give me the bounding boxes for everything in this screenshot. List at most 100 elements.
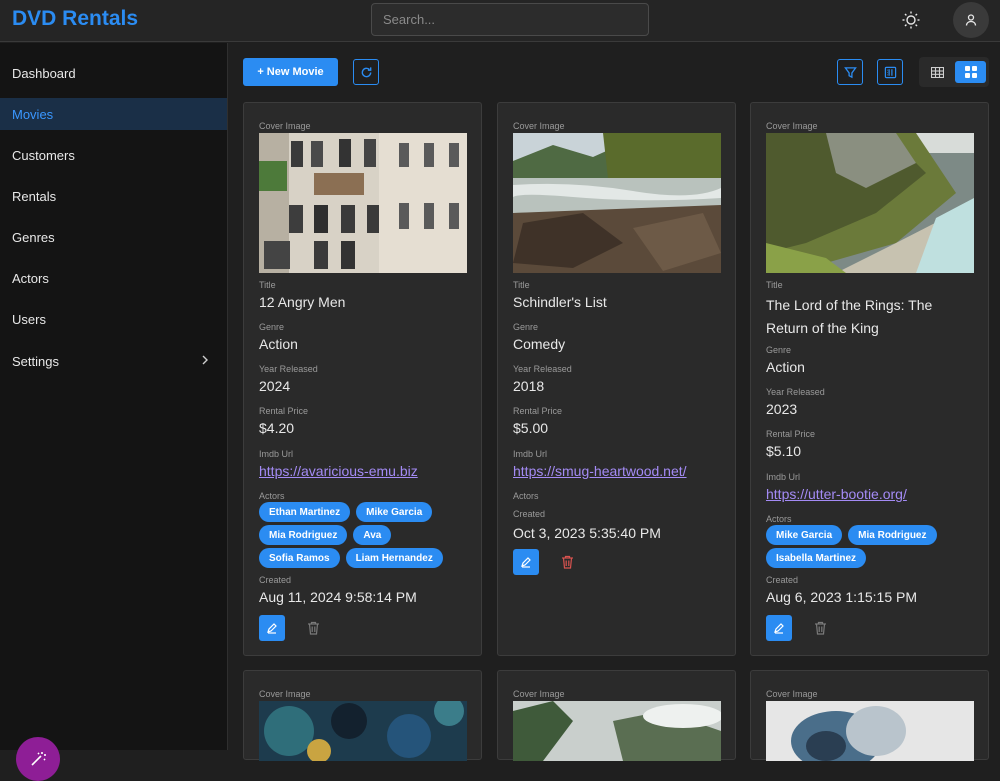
year-label: Year Released [513, 364, 572, 374]
created-label: Created [513, 509, 546, 519]
imdb-label: Imdb Url [513, 449, 548, 459]
edit-button[interactable] [259, 615, 285, 641]
title-label: Title [513, 280, 530, 290]
edit-button[interactable] [513, 549, 539, 575]
movie-title: Schindler's List [513, 294, 607, 310]
cover-label: Cover Image [766, 689, 818, 699]
filter-button[interactable] [837, 59, 863, 85]
genre-label: Genre [513, 322, 539, 332]
actor-chip[interactable]: Ava [353, 525, 392, 545]
cover-image [259, 701, 467, 761]
movie-price: $5.10 [766, 443, 802, 459]
delete-button[interactable] [811, 615, 829, 641]
title-label: Title [259, 280, 276, 290]
movie-price: $5.00 [513, 420, 549, 436]
magic-wand-icon [31, 752, 46, 766]
movie-card: Cover Image [750, 670, 989, 761]
table-icon [931, 66, 944, 78]
top-bar: DVD Rentals [0, 0, 1000, 42]
imdb-link[interactable]: https://utter-bootie.org/ [766, 486, 907, 502]
pencil-icon [521, 557, 531, 568]
sidebar-item-label: Actors [12, 270, 49, 286]
cover-label: Cover Image [766, 121, 818, 131]
pencil-icon [774, 623, 784, 634]
edit-button[interactable] [766, 615, 792, 641]
sidebar-item-settings[interactable]: Settings [0, 345, 227, 377]
avatar[interactable] [953, 2, 989, 38]
actor-chip[interactable]: Mia Rodriguez [259, 525, 348, 545]
movie-genre: Comedy [513, 336, 566, 352]
grid-view-button[interactable] [955, 61, 986, 83]
sidebar-item-label: Users [12, 311, 46, 327]
imdb-label: Imdb Url [259, 449, 294, 459]
search-input[interactable] [371, 3, 649, 36]
columns-icon [884, 66, 896, 78]
imdb-label: Imdb Url [766, 472, 801, 482]
movie-created: Aug 6, 2023 1:15:15 PM [766, 589, 917, 605]
price-label: Rental Price [766, 429, 816, 439]
actor-chip[interactable]: Mia Rodriguez [848, 525, 937, 545]
actor-chip[interactable]: Ethan Martinez [259, 502, 351, 522]
movie-year: 2018 [513, 378, 545, 394]
columns-button[interactable] [877, 59, 903, 85]
actor-chip[interactable]: Isabella Martinez [766, 548, 867, 568]
refresh-icon [361, 66, 371, 77]
actor-chips: Ethan Martinez Mike Garcia Mia Rodriguez… [259, 502, 467, 568]
cover-image [766, 133, 974, 273]
delete-button[interactable] [558, 549, 576, 575]
cover-label: Cover Image [513, 121, 565, 131]
sidebar-item-label: Rentals [12, 188, 57, 204]
cover-label: Cover Image [259, 121, 311, 131]
cover-label: Cover Image [259, 689, 311, 699]
main-content: + New Movie Cover Image Title 12 Angry M… [229, 43, 1000, 761]
sidebar-item-users[interactable]: Users [0, 303, 227, 335]
actor-chip[interactable]: Mike Garcia [356, 502, 433, 522]
grid-icon [964, 66, 977, 78]
new-movie-button[interactable]: + New Movie [243, 58, 338, 86]
filter-icon [843, 66, 857, 78]
sidebar-item-movies[interactable]: Movies [0, 98, 227, 130]
cover-image [513, 701, 721, 761]
movie-price: $4.20 [259, 420, 295, 436]
actors-label: Actors [259, 491, 285, 501]
movie-year: 2024 [259, 378, 291, 394]
trash-icon [561, 555, 573, 569]
price-label: Rental Price [513, 406, 563, 416]
table-view-button[interactable] [922, 61, 953, 83]
cover-image [259, 133, 467, 273]
year-label: Year Released [259, 364, 318, 374]
sidebar-item-rentals[interactable]: Rentals [0, 180, 227, 212]
movie-created: Oct 3, 2023 5:35:40 PM [513, 525, 661, 541]
magic-wand-button[interactable] [16, 737, 60, 781]
trash-icon [814, 621, 826, 635]
sidebar-item-customers[interactable]: Customers [0, 139, 227, 171]
imdb-link[interactable]: https://smug-heartwood.net/ [513, 463, 687, 479]
movie-card: Cover Image [497, 670, 736, 761]
refresh-button[interactable] [353, 59, 379, 85]
actor-chip[interactable]: Mike Garcia [766, 525, 843, 545]
sidebar-item-label: Movies [12, 106, 54, 122]
delete-button[interactable] [304, 615, 322, 641]
movie-title: 12 Angry Men [259, 294, 346, 310]
genre-label: Genre [766, 345, 792, 355]
sidebar-item-label: Customers [12, 147, 75, 163]
movie-year: 2023 [766, 401, 798, 417]
sidebar-item-actors[interactable]: Actors [0, 262, 227, 294]
theme-toggle-button[interactable] [898, 7, 924, 33]
movie-card: Cover Image Title The Lord of the Rings:… [750, 102, 989, 656]
pencil-icon [267, 623, 277, 634]
sidebar-item-label: Genres [12, 229, 55, 245]
app-title[interactable]: DVD Rentals [12, 7, 138, 31]
title-label: Title [766, 280, 783, 290]
sidebar: Dashboard Movies Customers Rentals Genre… [0, 43, 228, 781]
actor-chip[interactable]: Liam Hernandez [345, 548, 443, 568]
sidebar-item-dashboard[interactable]: Dashboard [0, 57, 227, 89]
movie-created: Aug 11, 2024 9:58:14 PM [259, 589, 417, 605]
cover-label: Cover Image [513, 689, 565, 699]
movie-title: The Lord of the Rings: The Return of the… [766, 297, 933, 336]
sidebar-item-genres[interactable]: Genres [0, 221, 227, 253]
imdb-link[interactable]: https://avaricious-emu.biz [259, 463, 418, 479]
year-label: Year Released [766, 387, 825, 397]
trash-icon [307, 621, 319, 635]
actor-chip[interactable]: Sofia Ramos [259, 548, 340, 568]
